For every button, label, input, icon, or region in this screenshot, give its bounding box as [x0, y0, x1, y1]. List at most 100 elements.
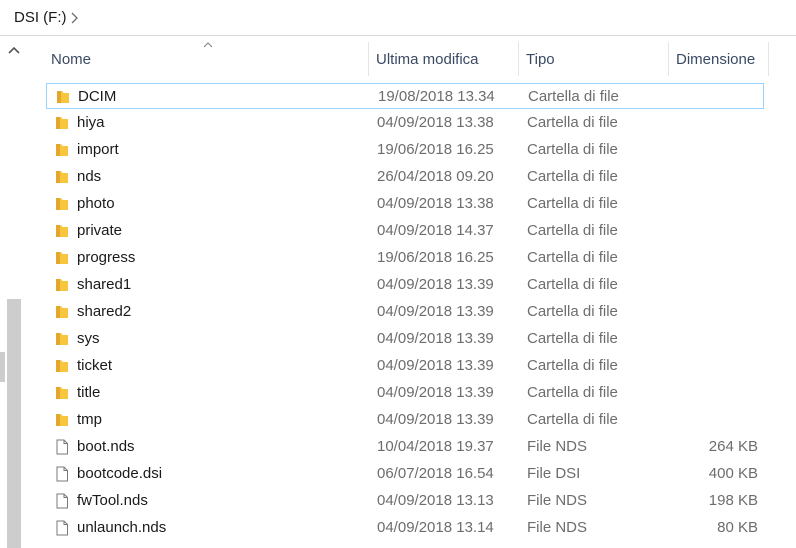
file-row[interactable]: fwTool.nds 04/09/2018 13.13 File NDS 198 KB [46, 488, 764, 514]
item-size: 400 KB [708, 465, 758, 482]
item-name: sys [77, 330, 100, 347]
item-modified: 19/06/2018 16.25 [377, 141, 494, 158]
item-modified: 04/09/2018 13.39 [377, 357, 494, 374]
file-row[interactable]: unlaunch.nds 04/09/2018 13.14 File NDS 80 K… [46, 515, 764, 541]
item-type: File NDS [527, 519, 588, 536]
folder-icon [56, 252, 68, 264]
folder-icon [56, 333, 68, 345]
item-name: fwTool.nds [77, 492, 148, 509]
item-size: 264 KB [708, 438, 758, 455]
item-name: DCIM [78, 88, 117, 105]
item-modified: 10/04/2018 19.37 [377, 438, 494, 455]
scrollbar-edge [0, 352, 5, 382]
item-name: nds [77, 168, 102, 185]
item-modified: 04/09/2018 13.38 [377, 114, 494, 131]
address-bar[interactable]: DSI (F:) [0, 0, 796, 36]
item-type: Cartella di file [527, 141, 618, 158]
folder-icon [56, 171, 68, 183]
item-size: 80 KB [717, 519, 758, 536]
item-type: Cartella di file [527, 114, 618, 131]
folder-row[interactable]: shared2 04/09/2018 13.39 Cartella di file [46, 299, 764, 325]
item-name: bootcode.dsi [77, 465, 163, 482]
folder-icon [56, 144, 68, 156]
folder-icon [56, 306, 68, 318]
folder-row[interactable]: import 19/06/2018 16.25 Cartella di file [46, 137, 764, 163]
folder-icon [56, 387, 68, 399]
item-modified: 04/09/2018 13.39 [377, 330, 494, 347]
item-name: unlaunch.nds [77, 519, 167, 536]
item-name: boot.nds [77, 438, 135, 455]
vertical-scrollbar[interactable] [0, 37, 30, 548]
column-header: Nome Ultima modifica Tipo Dimensione [44, 42, 774, 76]
item-type: File NDS [527, 492, 588, 509]
item-name: progress [77, 249, 136, 266]
item-modified: 04/09/2018 13.14 [377, 519, 494, 536]
file-row[interactable]: bootcode.dsi 06/07/2018 16.54 File DSI 400 … [46, 461, 764, 487]
file-icon [56, 520, 68, 536]
item-modified: 04/09/2018 13.13 [377, 492, 494, 509]
item-name: shared1 [77, 276, 132, 293]
item-name: private [77, 222, 123, 239]
item-size: 198 KB [708, 492, 758, 509]
folder-row[interactable]: private 04/09/2018 14.37 Cartella di file [46, 218, 764, 244]
file-icon [56, 439, 68, 455]
column-header-modified[interactable]: Ultima modifica [369, 42, 519, 76]
item-modified: 06/07/2018 16.54 [377, 465, 494, 482]
item-type: Cartella di file [527, 222, 618, 239]
breadcrumb-location[interactable]: DSI (F:) [14, 9, 67, 26]
chevron-up-icon[interactable] [6, 43, 22, 57]
item-type: Cartella di file [527, 357, 618, 374]
folder-row[interactable]: title 04/09/2018 13.39 Cartella di file [46, 380, 764, 406]
item-type: Cartella di file [527, 384, 618, 401]
item-name: hiya [77, 114, 105, 131]
item-modified: 04/09/2018 13.39 [377, 276, 494, 293]
item-modified: 04/09/2018 13.38 [377, 195, 494, 212]
item-type: Cartella di file [527, 303, 618, 320]
item-type: Cartella di file [527, 195, 618, 212]
item-modified: 04/09/2018 13.39 [377, 303, 494, 320]
item-name: import [77, 141, 119, 158]
item-name: title [77, 384, 101, 401]
file-icon [56, 493, 68, 509]
item-modified: 04/09/2018 14.37 [377, 222, 494, 239]
item-modified: 26/04/2018 09.20 [377, 168, 494, 185]
item-modified: 04/09/2018 13.39 [377, 411, 494, 428]
item-type: Cartella di file [527, 411, 618, 428]
chevron-right-icon[interactable] [69, 11, 79, 25]
item-modified: 19/08/2018 13.34 [378, 88, 495, 105]
folder-icon [56, 198, 68, 210]
folder-row[interactable]: progress 19/06/2018 16.25 Cartella di file [46, 245, 764, 271]
folder-icon [57, 91, 69, 103]
item-name: ticket [77, 357, 113, 374]
item-type: Cartella di file [527, 249, 618, 266]
item-name: photo [77, 195, 115, 212]
folder-row[interactable]: ticket 04/09/2018 13.39 Cartella di file [46, 353, 764, 379]
folder-row[interactable]: DCIM 19/08/2018 13.34 Cartella di file [46, 83, 764, 109]
folder-icon [56, 225, 68, 237]
column-header-size[interactable]: Dimensione [669, 42, 769, 76]
file-icon [56, 466, 68, 482]
item-type: Cartella di file [527, 330, 618, 347]
item-type: File DSI [527, 465, 581, 482]
folder-row[interactable]: photo 04/09/2018 13.38 Cartella di file [46, 191, 764, 217]
folder-row[interactable]: hiya 04/09/2018 13.38 Cartella di file [46, 110, 764, 136]
file-row[interactable]: boot.nds 10/04/2018 19.37 File NDS 264 KB [46, 434, 764, 460]
column-header-type[interactable]: Tipo [519, 42, 669, 76]
item-type: File NDS [527, 438, 588, 455]
folder-row[interactable]: tmp 04/09/2018 13.39 Cartella di file [46, 407, 764, 433]
column-header-name[interactable]: Nome [44, 42, 369, 76]
folder-icon [56, 414, 68, 426]
item-name: shared2 [77, 303, 132, 320]
item-modified: 19/06/2018 16.25 [377, 249, 494, 266]
item-name: tmp [77, 411, 103, 428]
scrollbar-thumb[interactable] [7, 299, 21, 548]
folder-icon [56, 117, 68, 129]
item-modified: 04/09/2018 13.39 [377, 384, 494, 401]
folder-icon [56, 360, 68, 372]
folder-row[interactable]: shared1 04/09/2018 13.39 Cartella di file [46, 272, 764, 298]
folder-row[interactable]: sys 04/09/2018 13.39 Cartella di file [46, 326, 764, 352]
item-type: Cartella di file [527, 168, 618, 185]
folder-icon [56, 279, 68, 291]
folder-row[interactable]: nds 26/04/2018 09.20 Cartella di file [46, 164, 764, 190]
item-type: Cartella di file [528, 88, 619, 105]
